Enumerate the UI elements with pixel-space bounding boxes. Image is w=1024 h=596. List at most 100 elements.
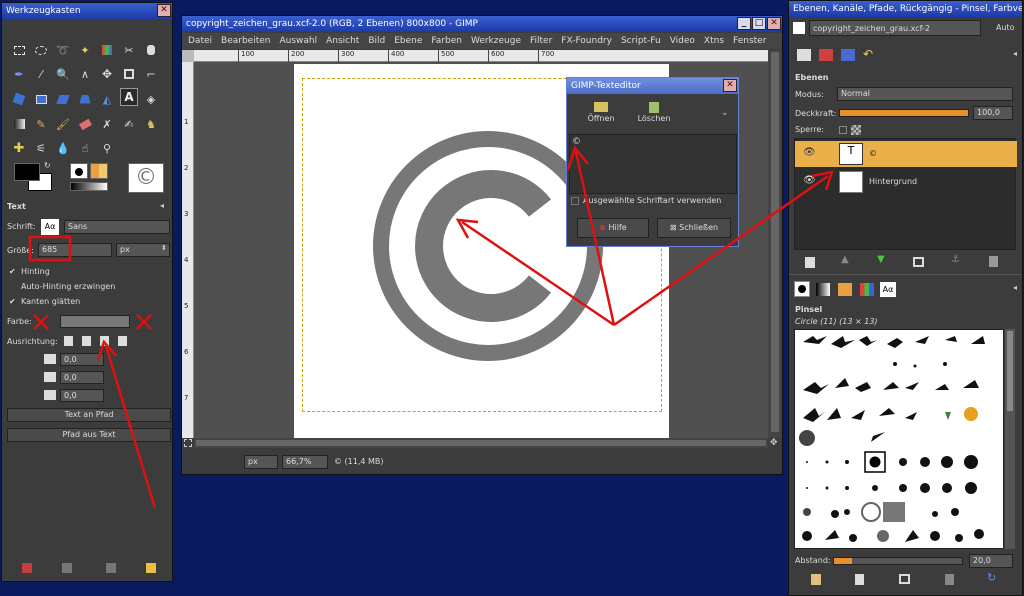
paths-icon[interactable]: ✒ [10, 65, 28, 83]
image-titlebar[interactable]: copyright_zeichen_grau.xcf-2.0 (RGB, 2 E… [182, 16, 782, 32]
paintbrush-icon[interactable]: 🖌 [54, 115, 72, 133]
more-chevron-icon[interactable]: ⌄ [721, 108, 729, 118]
menu-item-0[interactable]: Datei [188, 36, 212, 46]
opacity-slider[interactable] [839, 109, 969, 117]
menu-item-1[interactable]: Bearbeiten [221, 36, 270, 46]
toolbox-close-button[interactable]: ✕ [157, 4, 171, 17]
auto-hinting-checkbox[interactable]: Auto-Hinting erzwingen [9, 282, 115, 291]
antialias-checkbox[interactable]: ✔ Kanten glätten [9, 297, 80, 306]
fuzzy-select-icon[interactable]: ✦ [76, 41, 94, 59]
palettes-tab-icon[interactable] [860, 283, 874, 296]
layer-row-background[interactable]: 👁 Hintergrund [795, 169, 1017, 195]
clear-button[interactable]: Löschen [633, 102, 675, 130]
opacity-input[interactable]: 100,0 [973, 106, 1013, 120]
hinting-checkbox[interactable]: ✔ Hinting [9, 267, 50, 276]
indent-input[interactable]: 0,0 [60, 353, 104, 366]
lasso-icon[interactable]: ➰ [54, 41, 72, 59]
layers-tab-icon[interactable] [797, 49, 811, 61]
spacing-input[interactable]: 20,0 [969, 554, 1013, 568]
text-area[interactable]: © [569, 134, 737, 194]
visibility-eye-icon[interactable]: 👁 [803, 175, 816, 186]
brush-pattern-gradient[interactable] [70, 163, 110, 193]
font-input[interactable]: Sans [64, 220, 170, 234]
horizontal-scrollbar[interactable] [194, 438, 768, 448]
fonts-tab-icon[interactable]: Aα [880, 282, 896, 297]
scissors-icon[interactable]: ✂ [120, 41, 138, 59]
menu-item-2[interactable]: Auswahl [279, 36, 317, 46]
spacing-slider[interactable] [833, 557, 963, 565]
justify-fill-icon[interactable] [118, 336, 127, 346]
foreground-color-swatch[interactable] [14, 163, 40, 181]
fg-bg-colors[interactable]: ↻ [14, 161, 54, 193]
menu-item-4[interactable]: Bild [368, 36, 385, 46]
brushes-menu-icon[interactable]: ◂ [1013, 283, 1017, 292]
lower-layer-icon[interactable]: ▼ [877, 254, 885, 265]
reset-options-icon[interactable] [146, 563, 156, 573]
active-image-preview[interactable]: © [128, 163, 164, 193]
layer-name[interactable]: © [869, 149, 877, 158]
text-color-button[interactable] [60, 315, 130, 328]
menu-item-9[interactable]: FX-Foundry [561, 36, 612, 46]
toolbox-titlebar[interactable]: Werkzeugkasten ✕ [2, 3, 172, 19]
mode-select[interactable]: Normal [837, 87, 1013, 101]
menu-item-13[interactable]: Fenster [733, 36, 766, 46]
menu-item-5[interactable]: Ebene [394, 36, 422, 46]
bucket-fill-icon[interactable]: ◈ [142, 90, 160, 108]
brushes-tab-icon[interactable] [794, 281, 810, 297]
image-close-button[interactable]: ✕ [767, 17, 781, 30]
lock-alpha-icon[interactable] [851, 125, 861, 135]
brush-grid-scrollbar[interactable] [1005, 329, 1015, 549]
clone-icon[interactable]: ♞ [142, 115, 160, 133]
line-spacing-input[interactable]: 0,0 [60, 371, 104, 384]
raise-layer-icon[interactable]: ▲ [841, 254, 849, 265]
select-by-color-icon[interactable] [98, 41, 116, 59]
menu-item-6[interactable]: Farben [431, 36, 462, 46]
brush-grid[interactable] [794, 329, 1004, 549]
save-options-icon[interactable] [22, 563, 32, 573]
dodge-burn-icon[interactable]: ⚲ [98, 139, 116, 157]
restore-options-icon[interactable] [62, 563, 72, 573]
perspective-icon[interactable] [76, 90, 94, 108]
smudge-icon[interactable]: ☝ [76, 139, 94, 157]
brush-preview[interactable] [70, 163, 88, 179]
heal-icon[interactable]: ✚ [10, 139, 28, 157]
unit-select[interactable]: px [244, 455, 278, 469]
menu-item-7[interactable]: Werkzeuge [471, 36, 521, 46]
delete-brush-icon[interactable] [945, 574, 954, 585]
help-button[interactable]: ⊗ Hilfe [577, 218, 649, 238]
duplicate-brush-icon[interactable] [899, 574, 910, 584]
color-picker-icon[interactable]: ⁄ [32, 65, 50, 83]
use-font-checkbox[interactable]: Ausgewählte Schriftart verwenden [571, 196, 722, 205]
font-preview-icon[interactable]: Aα [41, 219, 59, 235]
minimize-button[interactable]: _ [737, 17, 751, 30]
gradient-preview[interactable] [70, 182, 108, 191]
pencil-icon[interactable]: ✎ [32, 115, 50, 133]
justify-center-icon[interactable] [100, 336, 109, 346]
maximize-button[interactable]: □ [752, 17, 766, 30]
layer-name[interactable]: Hintergrund [869, 177, 917, 186]
menu-item-8[interactable]: Filter [530, 36, 552, 46]
shear-icon[interactable] [54, 90, 72, 108]
dock-titlebar[interactable]: Ebenen, Kanäle, Pfade, Rückgängig - Pins… [789, 1, 1022, 17]
text-tool-icon[interactable]: A [120, 88, 138, 106]
flip-icon[interactable]: ◭ [98, 90, 116, 108]
tool-options-menu-icon[interactable]: ◂ [160, 201, 164, 210]
undo-tab-icon[interactable]: ↶ [863, 47, 873, 61]
new-brush-icon[interactable] [855, 574, 864, 585]
menu-item-11[interactable]: Video [670, 36, 695, 46]
blend-icon[interactable] [10, 115, 28, 133]
open-button[interactable]: Öffnen [581, 102, 621, 130]
ellipse-select-icon[interactable] [32, 41, 50, 59]
delete-options-icon[interactable] [106, 563, 116, 573]
auto-button[interactable]: Auto [996, 23, 1015, 32]
letter-spacing-input[interactable]: 0,0 [60, 389, 104, 402]
crop-icon[interactable]: ⌐ [142, 65, 160, 83]
eraser-icon[interactable] [76, 115, 94, 133]
menu-item-12[interactable]: Xtns [704, 36, 724, 46]
delete-layer-icon[interactable] [989, 256, 998, 267]
patterns-tab-icon[interactable] [838, 283, 852, 296]
ink-icon[interactable]: ✍ [120, 115, 138, 133]
text-editor-titlebar[interactable]: GIMP-Texteditor ✕ [567, 78, 738, 94]
text-along-path-button[interactable]: Text an Pfad [7, 408, 171, 422]
horizontal-ruler[interactable]: 100 200 300 400 500 600 700 [194, 50, 768, 62]
